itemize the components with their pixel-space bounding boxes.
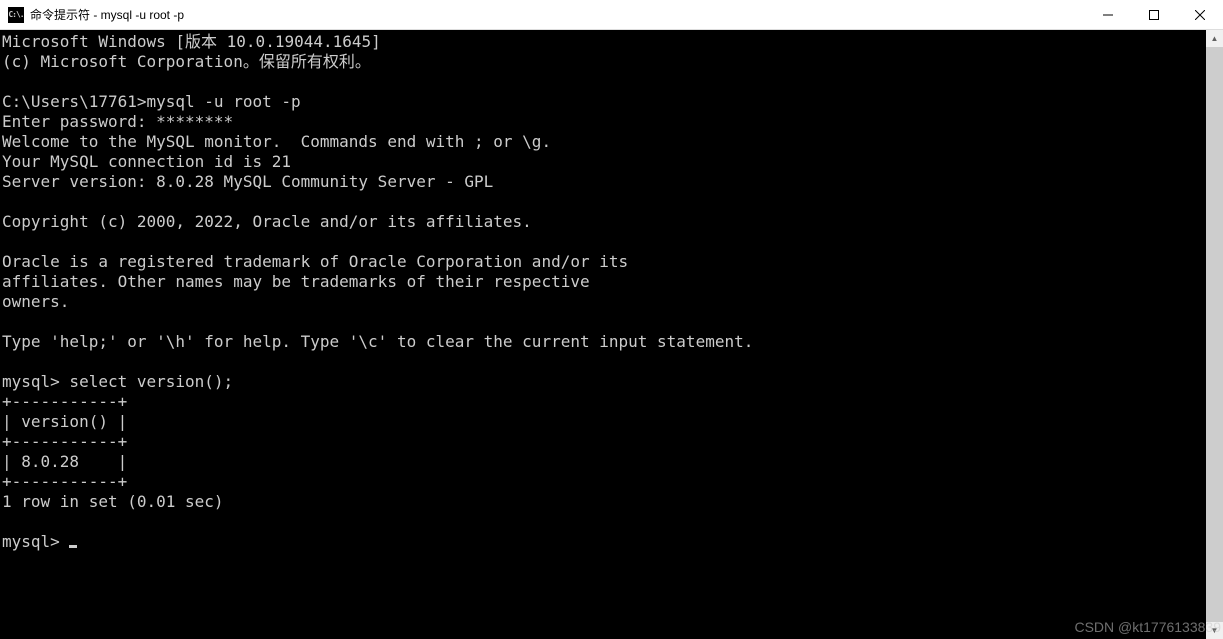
scrollbar[interactable]: ▲ ▼ xyxy=(1206,30,1223,639)
terminal-container: Microsoft Windows [版本 10.0.19044.1645] (… xyxy=(0,30,1223,639)
terminal-output[interactable]: Microsoft Windows [版本 10.0.19044.1645] (… xyxy=(0,30,1206,639)
maximize-button[interactable] xyxy=(1131,0,1177,29)
minimize-button[interactable] xyxy=(1085,0,1131,29)
watermark: CSDN @kt1776133839 xyxy=(1074,619,1221,635)
close-button[interactable] xyxy=(1177,0,1223,29)
scroll-thumb[interactable] xyxy=(1206,47,1223,622)
scroll-up-button[interactable]: ▲ xyxy=(1206,30,1223,47)
window-title: 命令提示符 - mysql -u root -p xyxy=(30,6,1085,23)
window-controls xyxy=(1085,0,1223,29)
scroll-track[interactable] xyxy=(1206,47,1223,622)
titlebar: C:\. 命令提示符 - mysql -u root -p xyxy=(0,0,1223,30)
cmd-icon: C:\. xyxy=(8,7,24,23)
cursor-icon xyxy=(69,545,77,548)
